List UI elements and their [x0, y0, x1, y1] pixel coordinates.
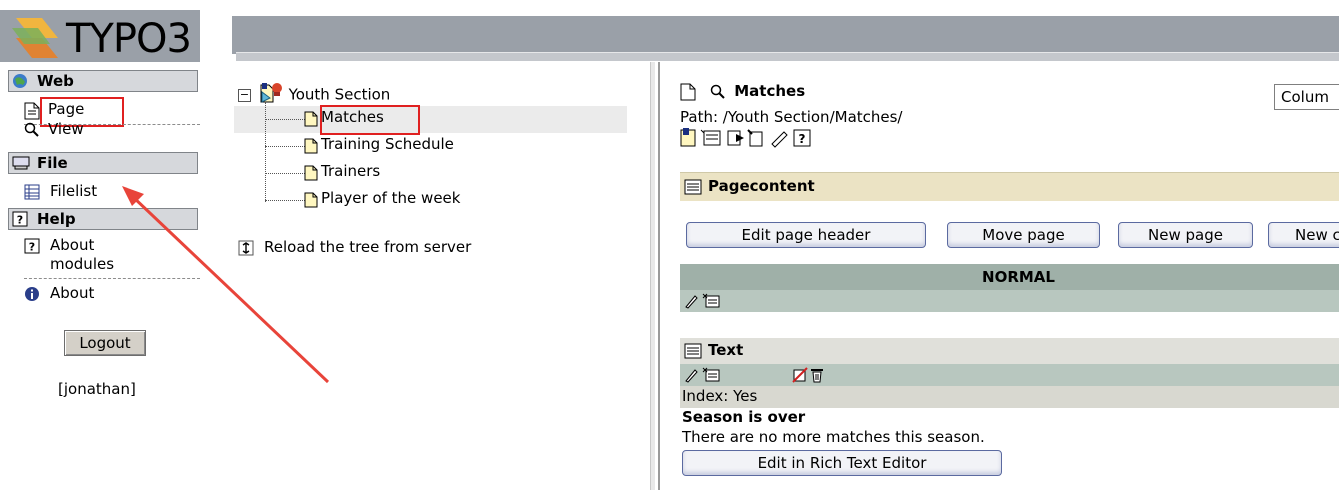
- collapse-icon[interactable]: −: [238, 88, 251, 102]
- page-toolbar: ?: [680, 128, 830, 148]
- frame-divider-line: [658, 62, 660, 490]
- menu-category-label: Web: [37, 72, 74, 90]
- edit-pencil-icon[interactable]: [684, 367, 698, 387]
- new-content-icon[interactable]: [702, 367, 720, 387]
- edit-page-properties-icon[interactable]: [680, 128, 696, 147]
- page-path: Path: /Youth Section/Matches/: [680, 108, 903, 126]
- page-icon: [304, 165, 318, 180]
- page-title: Matches: [680, 82, 805, 101]
- file-drive-icon: [12, 155, 30, 175]
- delete-icon[interactable]: [810, 367, 824, 387]
- tree-root-label: Youth Section: [288, 85, 391, 104]
- content-element-toolbar: [680, 364, 1339, 386]
- tree-item-trainers[interactable]: Trainers: [304, 162, 380, 180]
- module-label: Filelist: [50, 182, 98, 200]
- page-icon: [304, 138, 318, 153]
- move-page-icon[interactable]: [727, 130, 744, 146]
- page-mount-icon: [258, 82, 284, 108]
- column-toolbar: [680, 290, 1339, 312]
- text-element-icon: [684, 343, 702, 363]
- edit-rich-text-button[interactable]: Edit in Rich Text Editor: [682, 450, 1002, 476]
- new-content-icon[interactable]: [702, 293, 720, 313]
- content-section-icon: [684, 179, 702, 199]
- page-title-text: Matches: [734, 82, 806, 100]
- module-label-line1: About: [50, 236, 95, 254]
- frame-divider[interactable]: [650, 62, 655, 490]
- menu-category-web[interactable]: Web: [8, 70, 198, 92]
- tree-item-label: Training Schedule: [321, 135, 454, 153]
- section-header-pagecontent: Pagecontent: [680, 172, 1339, 201]
- module-label: About: [50, 284, 95, 302]
- column-header-normal: NORMAL: [680, 264, 1339, 290]
- magnifier-icon[interactable]: [710, 84, 726, 100]
- tree-connector: [265, 173, 305, 174]
- tree-item-training-schedule[interactable]: Training Schedule: [304, 135, 454, 153]
- tree-item-label: Trainers: [321, 162, 381, 180]
- globe-icon: [12, 73, 28, 93]
- tree-connector: [265, 119, 305, 120]
- content-element-header: Text: [680, 338, 1339, 364]
- help-icon[interactable]: ?: [793, 129, 811, 147]
- move-page-button[interactable]: Move page: [947, 222, 1100, 248]
- edit-pencil-icon[interactable]: [771, 131, 788, 148]
- content-element-index: Index: Yes: [680, 386, 1339, 408]
- module-label: View: [48, 120, 84, 138]
- magnifier-icon: [24, 122, 40, 142]
- menu-category-label: File: [37, 154, 68, 172]
- column-header-label: NORMAL: [982, 268, 1055, 286]
- content-element-type: Text: [708, 341, 744, 359]
- index-label: Index: Yes: [682, 387, 758, 405]
- typo3-logo-icon: [12, 18, 58, 58]
- top-band-inner: [236, 52, 1339, 61]
- filelist-icon: [24, 184, 40, 204]
- help-icon: ?: [24, 238, 40, 258]
- page-icon: [680, 83, 696, 101]
- menu-category-file[interactable]: File: [8, 152, 198, 174]
- module-view[interactable]: View: [24, 120, 194, 140]
- content-body: There are no more matches this season.: [682, 428, 985, 446]
- edit-pencil-icon[interactable]: [684, 293, 698, 313]
- tree-connector: [265, 146, 305, 147]
- module-label: About modules: [50, 236, 114, 274]
- column-select[interactable]: Colum: [1274, 84, 1339, 110]
- logo-text: TYPO3: [66, 16, 192, 62]
- svg-text:?: ?: [799, 132, 806, 146]
- top-band: [232, 16, 1339, 54]
- hide-icon[interactable]: [792, 367, 808, 387]
- highlight-box-matches: [320, 105, 420, 135]
- menu-category-label: Help: [37, 210, 76, 228]
- page-content-panel: Matches Colum Path: /Youth Section/Match…: [662, 62, 1339, 490]
- info-icon: [24, 286, 40, 306]
- module-label-line2: modules: [50, 255, 115, 273]
- new-content-button[interactable]: New c: [1268, 222, 1339, 248]
- page-icon: [304, 111, 318, 126]
- new-page-icon[interactable]: [747, 129, 763, 147]
- section-header-label: Pagecontent: [708, 177, 815, 195]
- content-heading: Season is over: [682, 408, 806, 426]
- new-content-icon[interactable]: [700, 129, 721, 146]
- help-icon: ?: [12, 211, 28, 231]
- edit-page-header-button[interactable]: Edit page header: [686, 222, 926, 248]
- tree-item-label: Player of the week: [321, 189, 461, 207]
- svg-text:?: ?: [17, 214, 23, 227]
- annotation-arrow-icon: [122, 186, 330, 384]
- new-page-button[interactable]: New page: [1118, 222, 1253, 248]
- svg-text:?: ?: [29, 241, 35, 254]
